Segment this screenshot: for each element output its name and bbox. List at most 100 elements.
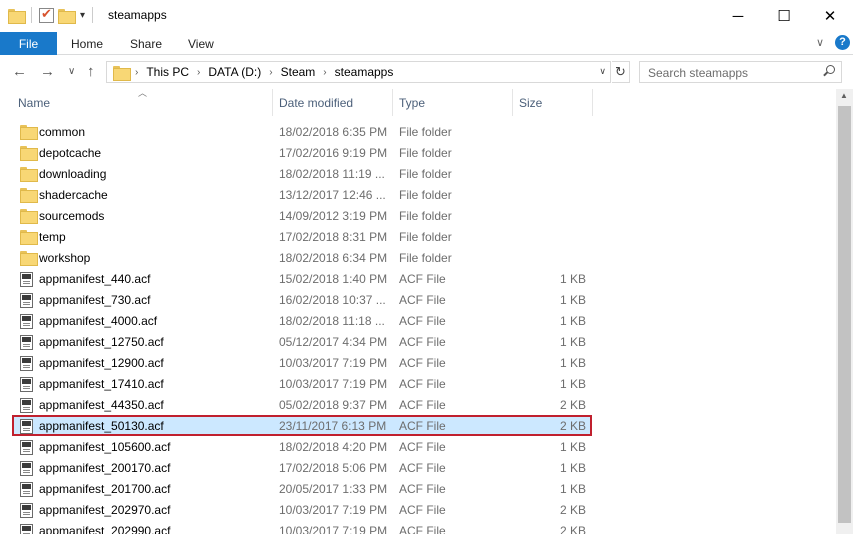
file-icon <box>20 461 33 476</box>
address-dropdown-icon[interactable]: ∨ <box>599 66 606 77</box>
file-row[interactable]: common 18/02/2018 6:35 PM File folder <box>12 121 592 142</box>
file-type: ACF File <box>399 398 446 412</box>
qat-dropdown-icon[interactable]: ▾ <box>80 10 85 21</box>
file-date-modified: 13/12/2017 12:46 ... <box>279 188 386 202</box>
help-icon[interactable]: ? <box>835 35 850 50</box>
refresh-button[interactable]: ↻ <box>612 61 630 83</box>
file-icon <box>20 398 33 413</box>
breadcrumb-separator-icon[interactable]: › <box>269 67 272 78</box>
minimize-button[interactable]: ─ <box>715 0 761 32</box>
file-name: appmanifest_12750.acf <box>39 335 164 349</box>
breadcrumb-steamapps[interactable]: steamapps <box>335 65 394 79</box>
scroll-up-icon[interactable]: ▲ <box>840 91 848 100</box>
file-name: workshop <box>39 251 91 265</box>
file-icon <box>20 482 33 497</box>
file-name: appmanifest_50130.acf <box>39 419 164 433</box>
breadcrumb-separator-icon[interactable]: › <box>323 67 326 78</box>
recent-locations-button[interactable]: ∨ <box>68 66 75 77</box>
file-row[interactable]: downloading 18/02/2018 11:19 ... File fold… <box>12 163 592 184</box>
file-icon <box>20 377 33 392</box>
search-box[interactable] <box>639 61 842 83</box>
file-row[interactable]: temp 17/02/2018 8:31 PM File folder <box>12 226 592 247</box>
breadcrumb: › This PC › DATA (D:) › Steam › steamapp… <box>135 65 393 79</box>
file-row[interactable]: appmanifest_200170.acf 17/02/2018 5:06 PM… <box>12 457 592 478</box>
file-row[interactable]: sourcemods 14/09/2012 3:19 PM File folder <box>12 205 592 226</box>
folder-icon <box>20 251 38 266</box>
file-size: 1 KB <box>559 377 586 391</box>
file-type: ACF File <box>399 503 446 517</box>
scrollbar-thumb[interactable] <box>838 106 851 523</box>
file-row[interactable]: appmanifest_12900.acf 10/03/2017 7:19 PM A… <box>12 352 592 373</box>
file-date-modified: 10/03/2017 7:19 PM <box>279 503 388 517</box>
file-size: 1 KB <box>559 482 586 496</box>
file-row[interactable]: appmanifest_202990.acf 10/03/2017 7:19 PM… <box>12 520 592 534</box>
file-row[interactable]: appmanifest_202970.acf 10/03/2017 7:19 PM… <box>12 499 592 520</box>
file-row[interactable]: appmanifest_44350.acf 05/02/2018 9:37 PM A… <box>12 394 592 415</box>
ribbon-collapse-icon[interactable]: ∨ <box>816 36 824 49</box>
file-name: appmanifest_105600.acf <box>39 440 171 454</box>
file-type: ACF File <box>399 335 446 349</box>
file-date-modified: 10/03/2017 7:19 PM <box>279 356 388 370</box>
file-date-modified: 17/02/2016 9:19 PM <box>279 146 388 160</box>
breadcrumb-this-pc[interactable]: This PC <box>146 65 189 79</box>
file-name: appmanifest_201700.acf <box>39 482 171 496</box>
breadcrumb-data-drive[interactable]: DATA (D:) <box>208 65 261 79</box>
file-icon <box>20 503 33 518</box>
back-button[interactable]: ← <box>12 63 27 80</box>
file-type: ACF File <box>399 356 446 370</box>
file-name: appmanifest_4000.acf <box>39 314 158 328</box>
address-bar[interactable]: › This PC › DATA (D:) › Steam › steamapp… <box>106 61 611 83</box>
breadcrumb-steam[interactable]: Steam <box>281 65 316 79</box>
file-size: 2 KB <box>559 398 586 412</box>
up-button[interactable]: ↑ <box>87 63 95 80</box>
file-name: downloading <box>39 167 107 181</box>
window-title: steamapps <box>108 8 167 22</box>
file-type: ACF File <box>399 419 446 433</box>
file-size: 1 KB <box>559 314 586 328</box>
maximize-button[interactable]: ☐ <box>761 0 807 32</box>
tab-home[interactable]: Home <box>71 37 103 51</box>
file-name: temp <box>39 230 66 244</box>
breadcrumb-separator-icon[interactable]: › <box>197 67 200 78</box>
breadcrumb-separator-icon[interactable]: › <box>135 67 138 78</box>
file-row[interactable]: appmanifest_105600.acf 18/02/2018 4:20 PM… <box>12 436 592 457</box>
tab-file[interactable]: File <box>0 32 57 55</box>
file-row[interactable]: appmanifest_17410.acf 10/03/2017 7:19 PM A… <box>12 373 592 394</box>
file-name: depotcache <box>39 146 102 160</box>
column-header-name[interactable]: Name <box>12 89 272 116</box>
tab-view[interactable]: View <box>188 37 214 51</box>
file-size: 1 KB <box>559 461 586 475</box>
file-date-modified: 05/02/2018 9:37 PM <box>279 398 388 412</box>
properties-icon[interactable] <box>39 6 54 23</box>
qat-separator <box>31 7 32 23</box>
tab-share[interactable]: Share <box>130 37 162 51</box>
file-icon <box>20 272 33 287</box>
close-button[interactable]: ✕ <box>807 0 853 32</box>
file-row[interactable]: appmanifest_50130.acf 23/11/2017 6:13 PM A… <box>12 415 592 436</box>
folder-icon <box>20 125 38 140</box>
column-header-type[interactable]: Type <box>393 89 512 116</box>
vertical-scrollbar[interactable]: ▲ <box>836 89 853 534</box>
column-header-size[interactable]: Size <box>513 89 592 116</box>
file-row[interactable]: appmanifest_4000.acf 18/02/2018 11:18 ...… <box>12 310 592 331</box>
file-row[interactable]: workshop 18/02/2018 6:34 PM File folder <box>12 247 592 268</box>
file-row[interactable]: appmanifest_730.acf 16/02/2018 10:37 ... A… <box>12 289 592 310</box>
file-type: ACF File <box>399 482 446 496</box>
folder-icon <box>20 188 38 203</box>
file-type: ACF File <box>399 272 446 286</box>
file-type: ACF File <box>399 377 446 391</box>
forward-button[interactable]: → <box>40 63 55 80</box>
file-row[interactable]: shadercache 13/12/2017 12:46 ... File fold… <box>12 184 592 205</box>
new-folder-icon[interactable] <box>58 8 76 24</box>
file-row[interactable]: appmanifest_201700.acf 20/05/2017 1:33 PM… <box>12 478 592 499</box>
search-input[interactable] <box>648 65 818 80</box>
column-divider[interactable] <box>592 89 593 116</box>
file-size: 1 KB <box>559 356 586 370</box>
column-header-date[interactable]: Date modified <box>273 89 392 116</box>
file-type: File folder <box>399 125 452 139</box>
file-date-modified: 23/11/2017 6:13 PM <box>279 419 387 433</box>
file-row[interactable]: depotcache 17/02/2016 9:19 PM File folder <box>12 142 592 163</box>
file-row[interactable]: appmanifest_440.acf 15/02/2018 1:40 PM ACF… <box>12 268 592 289</box>
search-icon[interactable] <box>823 65 835 77</box>
file-row[interactable]: appmanifest_12750.acf 05/12/2017 4:34 PM A… <box>12 331 592 352</box>
